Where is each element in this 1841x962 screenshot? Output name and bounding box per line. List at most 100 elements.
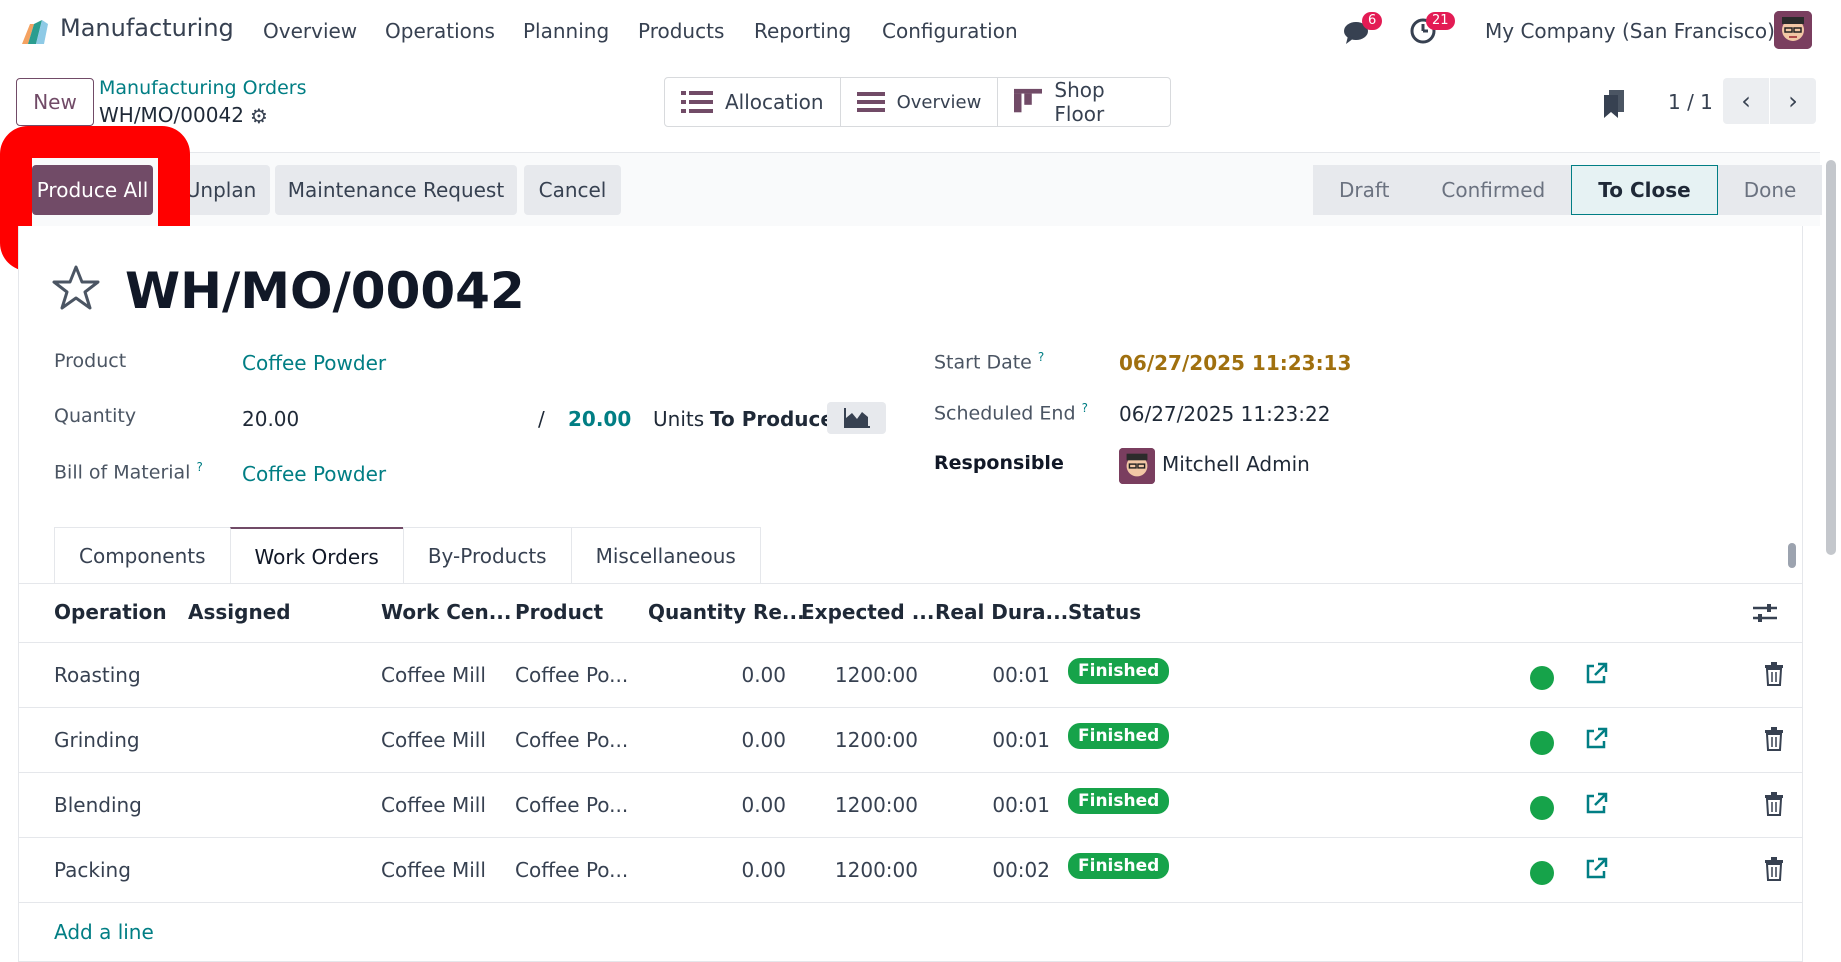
bom-help[interactable]: ? bbox=[197, 460, 203, 474]
top-navbar: Manufacturing Overview Operations Planni… bbox=[0, 0, 1841, 62]
view-overview-label: Overview bbox=[896, 91, 982, 113]
row-product: Coffee Po... bbox=[515, 728, 629, 752]
row-expected: 1200:00 bbox=[834, 858, 918, 882]
view-allocation-button[interactable]: Allocation bbox=[665, 78, 841, 126]
row-product: Coffee Po... bbox=[515, 663, 629, 687]
table-row[interactable]: Grinding Coffee Mill Coffee Po... 0.00 1… bbox=[18, 707, 1803, 772]
area-chart-icon bbox=[843, 408, 870, 428]
view-allocation-label: Allocation bbox=[725, 90, 824, 114]
table-row[interactable]: Packing Coffee Mill Coffee Po... 0.00 12… bbox=[18, 837, 1803, 902]
stage-draft[interactable]: Draft bbox=[1313, 165, 1416, 215]
responsible-avatar-icon bbox=[1119, 448, 1155, 484]
column-expected-duration[interactable]: Expected ... bbox=[801, 600, 935, 624]
status-badge: Finished bbox=[1068, 853, 1170, 879]
row-quantity: 0.00 bbox=[741, 793, 786, 817]
view-shop-floor-button[interactable]: Shop Floor bbox=[998, 78, 1170, 126]
responsible-label: Responsible bbox=[934, 452, 1064, 474]
responsible-field[interactable]: Mitchell Admin bbox=[1162, 452, 1310, 476]
cancel-button[interactable]: Cancel bbox=[524, 165, 621, 215]
column-quantity-remaining[interactable]: Quantity Re... bbox=[648, 600, 805, 624]
breadcrumb-manufacturing-orders[interactable]: Manufacturing Orders bbox=[99, 77, 307, 99]
column-work-center[interactable]: Work Cen... bbox=[381, 600, 512, 624]
row-work-center: Coffee Mill bbox=[381, 663, 486, 687]
menu-products[interactable]: Products bbox=[638, 19, 724, 43]
pager-value[interactable]: 1 / 1 bbox=[1668, 90, 1713, 114]
view-overview-button[interactable]: Overview bbox=[841, 78, 999, 126]
start-date-help[interactable]: ? bbox=[1038, 350, 1044, 364]
row-expected: 1200:00 bbox=[834, 663, 918, 687]
add-line-link[interactable]: Add a line bbox=[54, 920, 154, 944]
menu-configuration[interactable]: Configuration bbox=[882, 19, 1018, 43]
trash-icon[interactable] bbox=[1764, 727, 1784, 751]
scheduled-end-help[interactable]: ? bbox=[1082, 401, 1088, 415]
units-label: Units bbox=[653, 407, 705, 431]
page-scrollbar[interactable] bbox=[1826, 160, 1836, 555]
external-link-icon[interactable] bbox=[1584, 727, 1608, 751]
list-icon bbox=[681, 91, 713, 113]
bom-field[interactable]: Coffee Powder bbox=[242, 462, 386, 486]
stage-done[interactable]: Done bbox=[1717, 165, 1823, 215]
column-settings-icon[interactable] bbox=[1752, 602, 1778, 624]
external-link-icon[interactable] bbox=[1584, 662, 1608, 686]
row-operation: Packing bbox=[54, 858, 131, 882]
pager-next-button[interactable]: › bbox=[1770, 78, 1816, 124]
column-product[interactable]: Product bbox=[515, 600, 603, 624]
tab-miscellaneous[interactable]: Miscellaneous bbox=[570, 527, 761, 584]
menu-operations[interactable]: Operations bbox=[385, 19, 495, 43]
row-real-duration: 00:01 bbox=[992, 793, 1050, 817]
new-button[interactable]: New bbox=[16, 78, 94, 126]
menu-reporting[interactable]: Reporting bbox=[754, 19, 851, 43]
stage-to-close[interactable]: To Close bbox=[1571, 165, 1718, 215]
trash-icon[interactable] bbox=[1764, 792, 1784, 816]
trash-icon[interactable] bbox=[1764, 857, 1784, 881]
row-expected: 1200:00 bbox=[834, 793, 918, 817]
quantity-field[interactable]: 20.00 bbox=[242, 407, 299, 431]
table-row[interactable]: Blending Coffee Mill Coffee Po... 0.00 1… bbox=[18, 772, 1803, 837]
column-operation[interactable]: Operation bbox=[54, 600, 167, 624]
trash-icon[interactable] bbox=[1764, 662, 1784, 686]
external-link-icon[interactable] bbox=[1584, 792, 1608, 816]
row-quantity: 0.00 bbox=[741, 728, 786, 752]
bom-label-text: Bill of Material bbox=[54, 461, 191, 484]
tab-components[interactable]: Components bbox=[54, 527, 230, 584]
column-status[interactable]: Status bbox=[1068, 600, 1141, 624]
bookmark-icon[interactable] bbox=[1604, 90, 1626, 118]
tab-work-orders[interactable]: Work Orders bbox=[229, 527, 403, 584]
start-date-label: Start Date ? bbox=[934, 350, 1044, 373]
tab-by-products[interactable]: By-Products bbox=[402, 527, 571, 584]
start-date-label-text: Start Date bbox=[934, 351, 1032, 374]
to-produce-label: To Produce bbox=[710, 407, 834, 431]
column-real-duration[interactable]: Real Dura... bbox=[935, 600, 1068, 624]
quantity-total[interactable]: 20.00 bbox=[568, 407, 631, 431]
external-link-icon[interactable] bbox=[1584, 857, 1608, 881]
gear-icon[interactable]: ⚙ bbox=[250, 104, 268, 128]
maintenance-request-button[interactable]: Maintenance Request bbox=[275, 165, 517, 215]
row-operation: Blending bbox=[54, 793, 142, 817]
row-work-center: Coffee Mill bbox=[381, 858, 486, 882]
row-expected: 1200:00 bbox=[834, 728, 918, 752]
menu-planning[interactable]: Planning bbox=[523, 19, 609, 43]
user-avatar[interactable] bbox=[1774, 11, 1812, 49]
responsible-avatar[interactable] bbox=[1119, 448, 1155, 484]
star-icon[interactable] bbox=[52, 265, 100, 311]
pager-previous-button[interactable]: ‹ bbox=[1723, 78, 1769, 124]
manufacturing-app-icon[interactable] bbox=[20, 18, 50, 46]
stage-confirmed[interactable]: Confirmed bbox=[1415, 165, 1572, 215]
menu-overview[interactable]: Overview bbox=[263, 19, 357, 43]
product-field[interactable]: Coffee Powder bbox=[242, 351, 386, 375]
status-badge: Finished bbox=[1068, 788, 1170, 814]
row-quantity: 0.00 bbox=[741, 663, 786, 687]
table-row[interactable]: Roasting Coffee Mill Coffee Po... 0.00 1… bbox=[18, 642, 1803, 707]
row-real-duration: 00:01 bbox=[992, 728, 1050, 752]
quantity-label: Quantity bbox=[54, 405, 137, 427]
app-name[interactable]: Manufacturing bbox=[60, 14, 234, 42]
breadcrumb-current-record: WH/MO/00042 bbox=[99, 103, 244, 127]
table-bottom-border bbox=[18, 902, 1803, 903]
column-assigned[interactable]: Assigned bbox=[188, 600, 291, 624]
forecast-chart-button[interactable] bbox=[827, 402, 886, 434]
scheduled-end-field[interactable]: 06/27/2025 11:23:22 bbox=[1119, 402, 1330, 426]
row-product: Coffee Po... bbox=[515, 793, 629, 817]
company-switcher[interactable]: My Company (San Francisco) bbox=[1485, 19, 1775, 43]
start-date-field[interactable]: 06/27/2025 11:23:13 bbox=[1119, 351, 1351, 375]
form-scrollbar[interactable] bbox=[1788, 543, 1796, 568]
